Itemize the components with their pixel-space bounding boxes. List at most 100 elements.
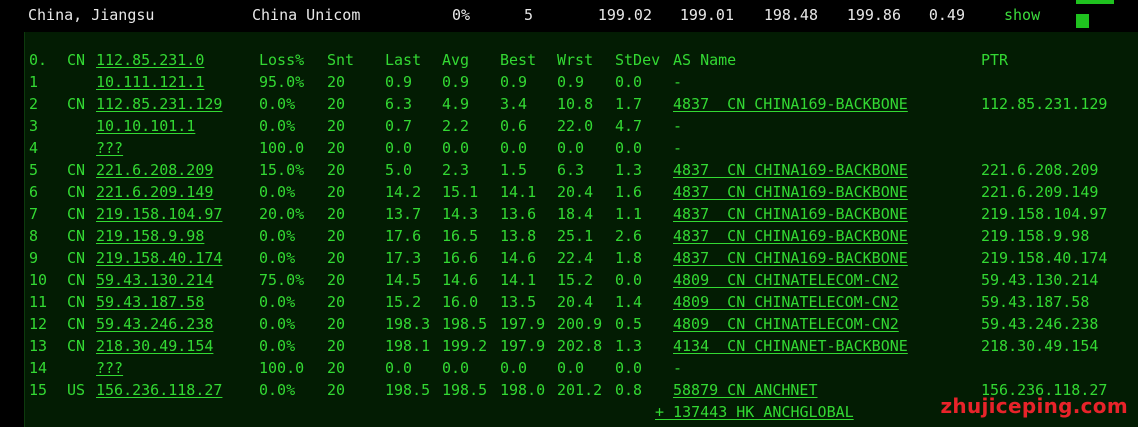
asn-link[interactable]: 4837 CN CHINA169-BACKBONE xyxy=(673,95,908,113)
wrst-value: 22.0 xyxy=(557,117,594,135)
wrst-value: 0.0 xyxy=(557,359,585,377)
summary-sent: 5 xyxy=(523,6,533,24)
wrst-value: 6.3 xyxy=(557,161,585,179)
asn-link[interactable]: 4837 CN CHINA169-BACKBONE xyxy=(673,205,908,223)
ptr-value: 59.43.187.58 xyxy=(981,293,1090,311)
hop-ip-link[interactable]: 59.43.187.58 xyxy=(96,293,204,311)
hop-ip-link[interactable]: 112.85.231.129 xyxy=(96,95,222,113)
loss-value: 75.0% xyxy=(259,271,305,289)
hop-ip-link[interactable]: 219.158.9.98 xyxy=(96,227,204,245)
hop-ip-link[interactable]: 156.236.118.27 xyxy=(96,381,222,399)
asn-link[interactable]: 4837 CN CHINA169-BACKBONE xyxy=(673,227,908,245)
asn-link[interactable]: 4809 CN CHINATELECOM-CN2 xyxy=(673,315,899,333)
summary-location: China, Jiangsu xyxy=(28,6,155,24)
loss-value: 0.0% xyxy=(259,293,296,311)
last-value: 14.2 xyxy=(385,183,422,201)
hop-number: 9 xyxy=(29,249,39,267)
hop-number: 14 xyxy=(29,359,48,377)
col-stdev-header: StDev xyxy=(615,51,661,69)
hop-ip-link[interactable]: 221.6.209.149 xyxy=(96,183,213,201)
asn-link[interactable]: 4837 CN CHINA169-BACKBONE xyxy=(673,183,908,201)
last-value: 6.3 xyxy=(385,95,413,113)
hop-ip-link[interactable]: 59.43.246.238 xyxy=(96,315,213,333)
summary-loss: 0% xyxy=(451,6,470,24)
loss-value: 15.0% xyxy=(259,161,305,179)
hop-ip-link[interactable]: ??? xyxy=(96,359,123,377)
hop-number: 13 xyxy=(29,337,48,355)
hop-number: 2 xyxy=(29,95,39,113)
asn-link[interactable]: 4837 CN CHINA169-BACKBONE xyxy=(673,161,908,179)
extra-asn-link[interactable]: + 137443 HK ANCHGLOBAL xyxy=(655,403,854,421)
asn-link[interactable]: 4134 CN CHINANET-BACKBONE xyxy=(673,337,908,355)
avg-value: 198.5 xyxy=(442,381,488,399)
best-value: 197.9 xyxy=(500,337,546,355)
hop-ip-link[interactable]: 219.158.40.174 xyxy=(96,249,222,267)
asn-link: - xyxy=(673,139,683,157)
hop-ip-link[interactable]: ??? xyxy=(96,139,123,157)
ptr-value: 219.158.40.174 xyxy=(981,249,1108,267)
loss-value: 20.0% xyxy=(259,205,305,223)
snt-value: 20 xyxy=(327,161,346,179)
snt-value: 20 xyxy=(327,271,346,289)
asn-link[interactable]: 4809 CN CHINATELECOM-CN2 xyxy=(673,271,899,289)
hop-ip-link[interactable]: 221.6.208.209 xyxy=(96,161,213,179)
col-best-header: Best xyxy=(500,51,537,69)
best-value: 0.0 xyxy=(500,359,528,377)
avg-value: 14.6 xyxy=(442,271,479,289)
avg-value: 4.9 xyxy=(442,95,470,113)
col-cc-header: CN xyxy=(67,51,86,69)
table-row: 10 CN 59.43.130.214 75.0% 20 14.5 14.6 14.1 15.2… xyxy=(25,269,1138,291)
last-value: 198.5 xyxy=(385,381,431,399)
asn-link: - xyxy=(673,117,683,135)
show-toggle[interactable]: show xyxy=(1004,6,1040,24)
loss-value: 0.0% xyxy=(259,117,296,135)
loss-value: 0.0% xyxy=(259,183,296,201)
loss-value: 0.0% xyxy=(259,249,296,267)
avg-value: 15.1 xyxy=(442,183,479,201)
asn-link[interactable]: 58879 CN ANCHNET xyxy=(673,381,818,399)
stdev-value: 0.8 xyxy=(615,381,643,399)
wrst-value: 20.4 xyxy=(557,183,594,201)
loss-value: 100.0 xyxy=(259,359,305,377)
hop-ip-link[interactable]: 10.10.101.1 xyxy=(96,117,195,135)
asn-link[interactable]: 4837 CN CHINA169-BACKBONE xyxy=(673,249,908,267)
last-value: 198.1 xyxy=(385,337,431,355)
hop-ip-link[interactable]: 10.111.121.1 xyxy=(96,73,204,91)
country-code: US xyxy=(67,381,86,399)
table-row: 5 CN 221.6.208.209 15.0% 20 5.0 2.3 1.5 6.3 1.3 48… xyxy=(25,159,1138,181)
loss-value: 0.0% xyxy=(259,227,296,245)
country-code: CN xyxy=(67,95,86,113)
hop-ip-link[interactable]: 219.158.104.97 xyxy=(96,205,222,223)
avg-value: 0.0 xyxy=(442,359,470,377)
col-avg-header: Avg xyxy=(442,51,470,69)
avg-value: 2.2 xyxy=(442,117,470,135)
best-value: 13.5 xyxy=(500,293,537,311)
last-value: 0.9 xyxy=(385,73,413,91)
country-code: CN xyxy=(67,293,86,311)
stdev-value: 1.1 xyxy=(615,205,643,223)
best-value: 13.6 xyxy=(500,205,537,223)
hop-ip-link[interactable]: 59.43.130.214 xyxy=(96,271,213,289)
snt-value: 20 xyxy=(327,205,346,223)
table-row: 1 10.111.121.1 95.0% 20 0.9 0.9 0.9 0.9 0.0 - xyxy=(25,71,1138,93)
hop-number: 7 xyxy=(29,205,39,223)
ptr-value: 221.6.209.149 xyxy=(981,183,1099,201)
hop-number: 10 xyxy=(29,271,48,289)
avg-value: 2.3 xyxy=(442,161,470,179)
best-value: 14.1 xyxy=(500,271,537,289)
asn-link[interactable]: 4809 CN CHINATELECOM-CN2 xyxy=(673,293,899,311)
last-value: 14.5 xyxy=(385,271,422,289)
hop-ip-link[interactable]: 218.30.49.154 xyxy=(96,337,213,355)
col-wrst-header: Wrst xyxy=(557,51,594,69)
last-value: 15.2 xyxy=(385,293,422,311)
best-value: 0.6 xyxy=(500,117,528,135)
source-ip-header[interactable]: 112.85.231.0 xyxy=(96,51,204,69)
asn-link: - xyxy=(673,359,683,377)
snt-value: 20 xyxy=(327,227,346,245)
col-asname-header: AS Name xyxy=(673,51,737,69)
summary-best: 198.48 xyxy=(763,6,818,24)
last-value: 0.0 xyxy=(385,359,413,377)
best-value: 3.4 xyxy=(500,95,528,113)
hop-number: 1 xyxy=(29,73,39,91)
avg-value: 16.5 xyxy=(442,227,479,245)
